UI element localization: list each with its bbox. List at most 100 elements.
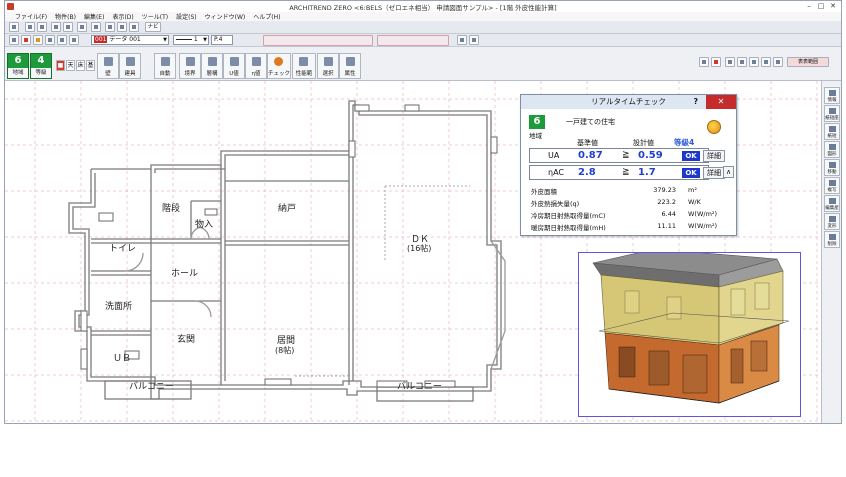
menu-window[interactable]: ウィンドウ(W) [205, 12, 246, 21]
row-standard-value: 2.8 [578, 167, 596, 178]
line-width-select[interactable]: 1 ▼ [173, 35, 209, 45]
title-bar: ARCHITREND ZERO <6:BELS（ゼロエネ相当） 申請図面サンプル… [5, 1, 841, 12]
cap-icon[interactable] [699, 57, 709, 67]
row-design-value: 0.59 [638, 150, 663, 161]
minimize-icon[interactable]: – [803, 1, 815, 11]
move-icon [829, 162, 836, 168]
print-icon[interactable] [63, 22, 73, 32]
pen-select[interactable]: P.4 [211, 35, 233, 45]
menu-help[interactable]: ヘルプ(H) [253, 12, 280, 21]
settings-gear-icon[interactable] [51, 22, 61, 32]
layer-icon[interactable] [69, 35, 79, 45]
status-badge: OK [682, 168, 700, 178]
auto-icon [161, 57, 170, 66]
window-icon[interactable] [773, 57, 783, 67]
pen-draw-icon[interactable] [711, 57, 721, 67]
attribute-button[interactable]: 属性 [339, 53, 361, 79]
line-sample [176, 39, 192, 40]
select-button[interactable]: 選択 [317, 53, 339, 79]
new-file-icon[interactable] [25, 22, 35, 32]
palette-item-1[interactable]: 紙短座 [824, 105, 840, 122]
room-entrance: 玄関 [177, 335, 196, 345]
layout-icon[interactable] [77, 22, 87, 32]
column-standard: 基準値 [577, 139, 598, 147]
refresh-icon[interactable] [9, 35, 19, 45]
select-mode-icon[interactable] [21, 35, 31, 45]
menu-property[interactable]: 物件(B) [55, 12, 76, 21]
room-storage: 物入 [195, 220, 214, 230]
open-file-icon[interactable] [37, 22, 47, 32]
zoom-icon[interactable] [469, 35, 479, 45]
menu-file[interactable]: ファイル(F) [15, 12, 47, 21]
maximize-icon[interactable]: □ [815, 1, 827, 11]
palette-transform[interactable]: 変形 [824, 213, 840, 230]
hand-icon[interactable] [33, 35, 43, 45]
layer-structure-button[interactable]: 層構 [201, 53, 223, 79]
collapse-button[interactable]: ∧ [723, 166, 734, 178]
palette-copy[interactable]: 複写 [824, 177, 840, 194]
palette-move[interactable]: 移動 [824, 159, 840, 176]
u-value-button[interactable]: U値 [223, 53, 245, 79]
app-window: ARCHITREND ZERO <6:BELS（ゼロエネ相当） 申請図面サンプル… [4, 0, 842, 424]
wall-icon [104, 57, 113, 66]
column-design: 設計値 [633, 139, 654, 147]
help-button[interactable]: ? [694, 95, 698, 109]
menu-edit[interactable]: 編集(E) [84, 12, 104, 21]
pipette-icon[interactable] [749, 57, 759, 67]
shape-icon [829, 144, 836, 150]
menu-settings[interactable]: 設定(S) [176, 12, 197, 21]
house-type: 一戸建ての住宅 [566, 118, 615, 126]
palette-edit[interactable]: 編集屋 [824, 195, 840, 212]
navi-button[interactable]: ナビ [145, 22, 161, 32]
wall-button[interactable]: 壁 [97, 53, 119, 79]
menu-toggle-icon[interactable] [9, 22, 19, 32]
ceiling-toggle-icon[interactable]: ■ [56, 60, 65, 71]
layer-select[interactable]: 001 データ 001 ▼ [91, 35, 169, 45]
palette-item-2[interactable]: 紙短 [824, 123, 840, 140]
auto-button[interactable]: 自動 [154, 53, 176, 79]
menu-view[interactable]: 表示(D) [112, 12, 133, 21]
panel-close-button[interactable]: ✕ [706, 95, 736, 109]
view-range-button[interactable]: 表表範囲 [787, 57, 829, 67]
palette-delete[interactable]: 削除 [824, 231, 840, 248]
eta-value-button[interactable]: η値 [245, 53, 267, 79]
key-floor[interactable]: 床 [76, 60, 85, 71]
detail-button[interactable]: 詳細 [703, 150, 725, 162]
boundary-icon [186, 57, 195, 66]
check-button[interactable]: チェック [267, 53, 291, 79]
row-compare: ≧ [622, 150, 630, 160]
fitting-button[interactable]: 建具 [119, 53, 141, 79]
eta-value-icon [252, 57, 261, 66]
room-balcony-2: バルコニー [397, 382, 442, 392]
close-icon[interactable]: ✕ [827, 1, 839, 11]
room-washroom: 洗面所 [105, 302, 133, 312]
detail-button[interactable]: 詳細 [703, 167, 725, 179]
key-ceiling[interactable]: 天 [66, 60, 75, 71]
window-controls: – □ ✕ [803, 1, 839, 11]
grid-icon[interactable] [91, 22, 101, 32]
grade-button[interactable]: 4 等級 [30, 53, 52, 79]
view-icon[interactable] [129, 22, 139, 32]
panel-icon[interactable] [105, 22, 115, 32]
lock-icon[interactable] [45, 35, 55, 45]
metric-row: 暖房期日射熱取得量(mH) 11.11 W(W/m²) [531, 222, 718, 232]
menu-bar: ファイル(F) 物件(B) 編集(E) 表示(D) ツール(T) 設定(S) ウ… [5, 12, 841, 21]
boundary-button[interactable]: 境界 [179, 53, 201, 79]
palette-info[interactable]: 情報 [824, 87, 840, 104]
room-toilet: トイレ [109, 244, 137, 254]
crosshair-icon[interactable] [761, 57, 771, 67]
snap-grid-icon[interactable] [725, 57, 735, 67]
measure-icon[interactable] [457, 35, 467, 45]
performance-range-button[interactable]: 性能範 [292, 53, 316, 79]
grade-label: 等級4 [674, 138, 695, 147]
settings-icon[interactable] [707, 120, 721, 134]
snap-point-icon[interactable] [737, 57, 747, 67]
key-base[interactable]: 基 [86, 60, 95, 71]
region-button[interactable]: 6 地域 [7, 53, 29, 79]
palette-shape[interactable]: 図形 [824, 141, 840, 158]
3d-preview[interactable] [578, 248, 801, 417]
tile-icon[interactable] [117, 22, 127, 32]
copy-icon[interactable] [57, 35, 67, 45]
3d-house-model [592, 248, 790, 404]
menu-tools[interactable]: ツール(T) [142, 12, 168, 21]
